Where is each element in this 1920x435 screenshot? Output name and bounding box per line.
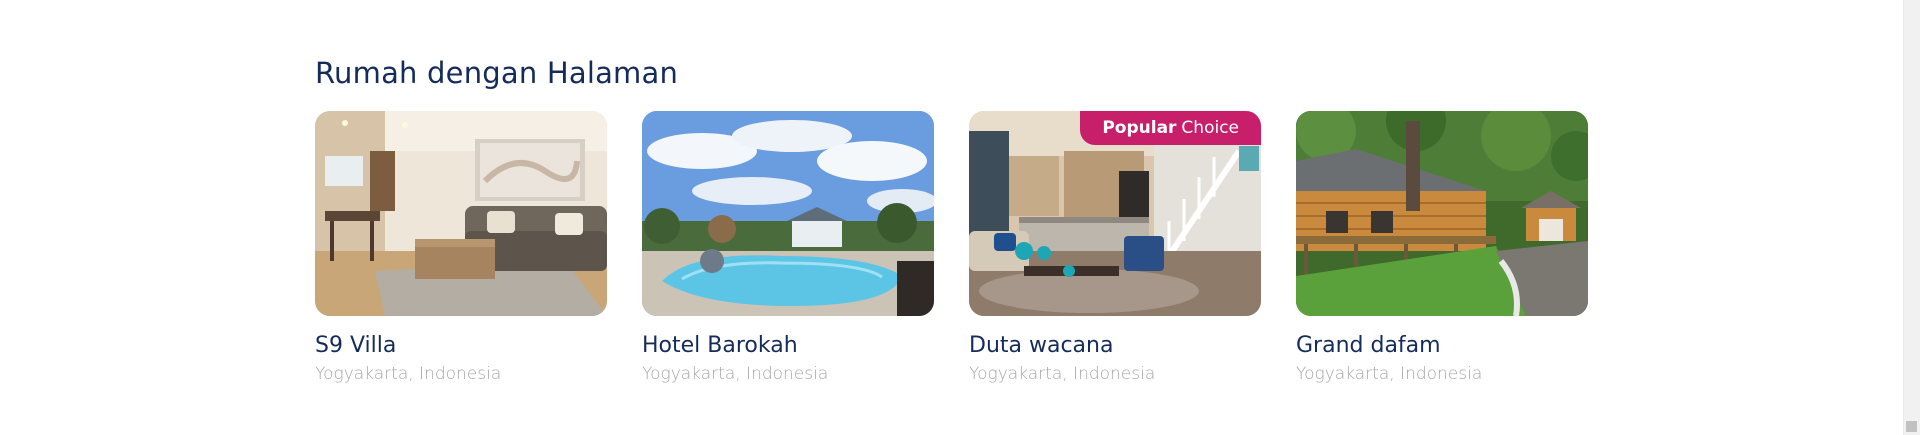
- property-image[interactable]: Popular Choice: [969, 111, 1261, 316]
- living-room-photo: [315, 111, 607, 316]
- property-card-hotel-barokah[interactable]: Hotel Barokah Yogyakarta, Indonesia: [642, 111, 934, 384]
- pool-photo: [642, 111, 934, 316]
- property-location: Yogyakarta, Indonesia: [642, 364, 829, 384]
- badge-label-rest: Choice: [1181, 118, 1239, 138]
- property-location: Yogyakarta, Indonesia: [315, 364, 502, 384]
- property-card-s9-villa[interactable]: S9 Villa Yogyakarta, Indonesia: [315, 111, 607, 384]
- property-image[interactable]: [1296, 111, 1588, 316]
- property-name[interactable]: S9 Villa: [315, 333, 607, 358]
- property-card-grand-dafam[interactable]: Grand dafam Yogyakarta, Indonesia: [1296, 111, 1588, 384]
- card-list: S9 Villa Yogyakarta, Indonesia Hotel Bar…: [315, 111, 1588, 384]
- log-cabin-photo: [1296, 111, 1588, 316]
- scroll-down-arrow-icon[interactable]: [1906, 421, 1917, 432]
- vertical-scrollbar[interactable]: [1903, 0, 1920, 435]
- property-location: Yogyakarta, Indonesia: [1296, 364, 1483, 384]
- badge-label-strong: Popular: [1102, 118, 1177, 138]
- property-location: Yogyakarta, Indonesia: [969, 364, 1156, 384]
- page: Rumah dengan Halaman S9 Villa Yogyakarta…: [0, 0, 1920, 435]
- property-name[interactable]: Hotel Barokah: [642, 333, 934, 358]
- property-image[interactable]: [642, 111, 934, 316]
- property-card-duta-wacana[interactable]: Popular Choice Duta wacana Yogyakarta, I…: [969, 111, 1261, 384]
- popular-choice-badge: Popular Choice: [1080, 111, 1261, 145]
- property-name[interactable]: Duta wacana: [969, 333, 1261, 358]
- property-name[interactable]: Grand dafam: [1296, 333, 1588, 358]
- section-title: Rumah dengan Halaman: [315, 56, 679, 90]
- property-image[interactable]: [315, 111, 607, 316]
